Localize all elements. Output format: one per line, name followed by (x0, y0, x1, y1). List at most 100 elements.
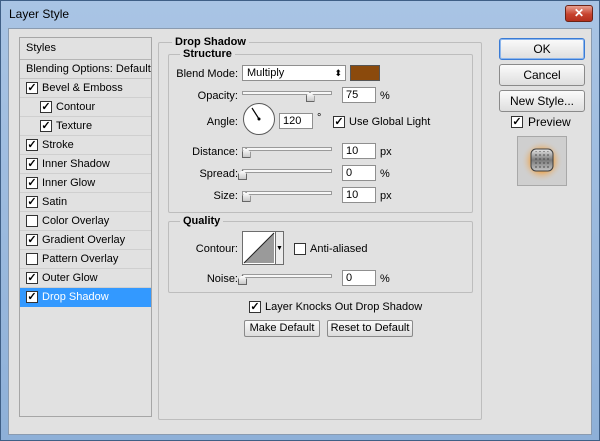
style-item-checkbox[interactable] (26, 215, 38, 227)
blend-mode-label: Blend Mode: (176, 68, 238, 80)
style-item[interactable]: ✓ Gradient Overlay (20, 231, 151, 250)
knockout-label: Layer Knocks Out Drop Shadow (265, 301, 423, 313)
blending-options-item[interactable]: Blending Options: Default (20, 60, 151, 79)
structure-title: Structure (180, 48, 235, 60)
styles-header[interactable]: Styles (20, 38, 151, 60)
slider-track (242, 91, 332, 95)
style-item-checkbox[interactable]: ✓ (26, 177, 38, 189)
preview-label: Preview (528, 115, 571, 129)
angle-input[interactable]: 120 (279, 113, 313, 129)
style-item[interactable]: ✓ Outer Glow (20, 269, 151, 288)
style-item-label: Drop Shadow (42, 291, 109, 303)
use-global-light-checkbox[interactable]: ✓ (333, 116, 345, 128)
style-item[interactable]: ✓ Satin (20, 193, 151, 212)
style-item-label: Texture (56, 120, 93, 132)
style-item-checkbox[interactable]: ✓ (26, 158, 38, 170)
blend-mode-value: Multiply (247, 67, 285, 79)
style-item-label: Contour (56, 101, 96, 113)
select-arrow-icon: ⬍ (334, 68, 342, 78)
blend-mode-select[interactable]: Multiply ⬍ (242, 65, 346, 81)
drop-shadow-panel: Drop Shadow Structure Blend Mode: Multip… (158, 36, 482, 420)
style-item[interactable]: ✓ Stroke (20, 136, 151, 155)
layer-style-dialog: Layer Style ✕ Styles Blending Options: D… (0, 0, 600, 441)
opacity-input[interactable]: 75 (342, 87, 376, 103)
distance-unit: px (380, 146, 392, 158)
style-item-checkbox[interactable]: ✓ (26, 139, 38, 151)
style-item-label: Outer Glow (42, 272, 98, 284)
style-item-checkbox[interactable]: ✓ (26, 234, 38, 246)
style-item[interactable]: ✓ Inner Shadow (20, 155, 151, 174)
style-item-checkbox[interactable]: ✓ (26, 291, 38, 303)
style-item[interactable]: Color Overlay (20, 212, 151, 231)
size-label: Size: (213, 190, 238, 202)
style-item-checkbox[interactable]: ✓ (26, 196, 38, 208)
noise-input[interactable]: 0 (342, 270, 376, 286)
angle-needle-icon (251, 107, 261, 121)
style-item-label: Color Overlay (42, 215, 110, 227)
opacity-slider[interactable] (242, 86, 332, 102)
preview-checkbox[interactable]: ✓ (511, 116, 523, 128)
cancel-button[interactable]: Cancel (499, 64, 585, 86)
size-slider[interactable] (241, 186, 332, 202)
style-item-checkbox[interactable]: ✓ (40, 120, 52, 132)
reset-to-default-button[interactable]: Reset to Default (327, 320, 413, 337)
angle-dial[interactable] (243, 103, 275, 135)
contour-label: Contour: (195, 243, 238, 255)
noise-slider[interactable] (238, 269, 332, 285)
size-unit: px (380, 190, 392, 202)
dialog-client-area: Styles Blending Options: Default ✓ Bevel … (8, 28, 592, 435)
make-default-button[interactable]: Make Default (244, 320, 320, 337)
shadow-color-swatch[interactable] (350, 65, 380, 81)
quality-title: Quality (180, 215, 224, 227)
contour-dropdown-icon[interactable]: ▼ (276, 231, 284, 265)
distance-label: Distance: (192, 146, 238, 158)
style-item[interactable]: ✓ Inner Glow (20, 174, 151, 193)
style-item-label: Stroke (42, 139, 74, 151)
title-bar[interactable]: Layer Style ✕ (1, 1, 599, 27)
angle-unit: ° (317, 112, 322, 124)
noise-unit: % (380, 273, 390, 285)
new-style-button[interactable]: New Style... (499, 90, 585, 112)
style-item-label: Gradient Overlay (42, 234, 126, 246)
style-item[interactable]: ✓ Bevel & Emboss (20, 79, 151, 98)
style-item-label: Pattern Overlay (42, 253, 119, 265)
style-preview-thumbnail (517, 136, 567, 186)
spread-slider[interactable] (238, 164, 332, 180)
close-icon: ✕ (573, 6, 585, 20)
style-item-checkbox[interactable] (26, 253, 38, 265)
slider-track (242, 147, 332, 151)
style-item-checkbox[interactable]: ✓ (40, 101, 52, 113)
distance-input[interactable]: 10 (342, 143, 376, 159)
preview-swatch-image (521, 140, 563, 182)
slider-track (242, 274, 332, 278)
contour-curve-icon (243, 232, 275, 264)
style-item[interactable]: Pattern Overlay (20, 250, 151, 269)
anti-aliased-label: Anti-aliased (310, 243, 368, 255)
contour-picker[interactable] (242, 231, 276, 265)
distance-slider[interactable] (241, 142, 332, 158)
style-item[interactable]: ✓ Texture (20, 117, 151, 136)
style-item[interactable]: ✓ Contour (20, 98, 151, 117)
style-item-label: Inner Shadow (42, 158, 110, 170)
size-input[interactable]: 10 (342, 187, 376, 203)
angle-label: Angle: (206, 116, 238, 128)
knockout-checkbox[interactable]: ✓ (249, 301, 261, 313)
spread-unit: % (380, 168, 390, 180)
close-button[interactable]: ✕ (565, 5, 593, 22)
style-item-label: Satin (42, 196, 68, 208)
anti-aliased-checkbox[interactable] (294, 243, 306, 255)
style-items: ✓ Bevel & Emboss ✓ Contour ✓ Texture ✓ Stroke ✓ I… (20, 79, 151, 307)
slider-track (242, 191, 332, 195)
drop-shadow-title: Drop Shadow (172, 36, 249, 48)
style-item-checkbox[interactable]: ✓ (26, 272, 38, 284)
window-title: Layer Style (9, 7, 70, 21)
ok-button[interactable]: OK (499, 38, 585, 60)
style-item-checkbox[interactable]: ✓ (26, 82, 38, 94)
style-item-label: Inner Glow (42, 177, 96, 189)
styles-list: Styles Blending Options: Default ✓ Bevel … (19, 37, 152, 417)
style-item[interactable]: ✓ Drop Shadow (20, 288, 151, 307)
spread-input[interactable]: 0 (342, 165, 376, 181)
noise-label: Noise: (206, 273, 238, 285)
opacity-unit: % (380, 90, 390, 102)
slider-track (242, 169, 332, 173)
